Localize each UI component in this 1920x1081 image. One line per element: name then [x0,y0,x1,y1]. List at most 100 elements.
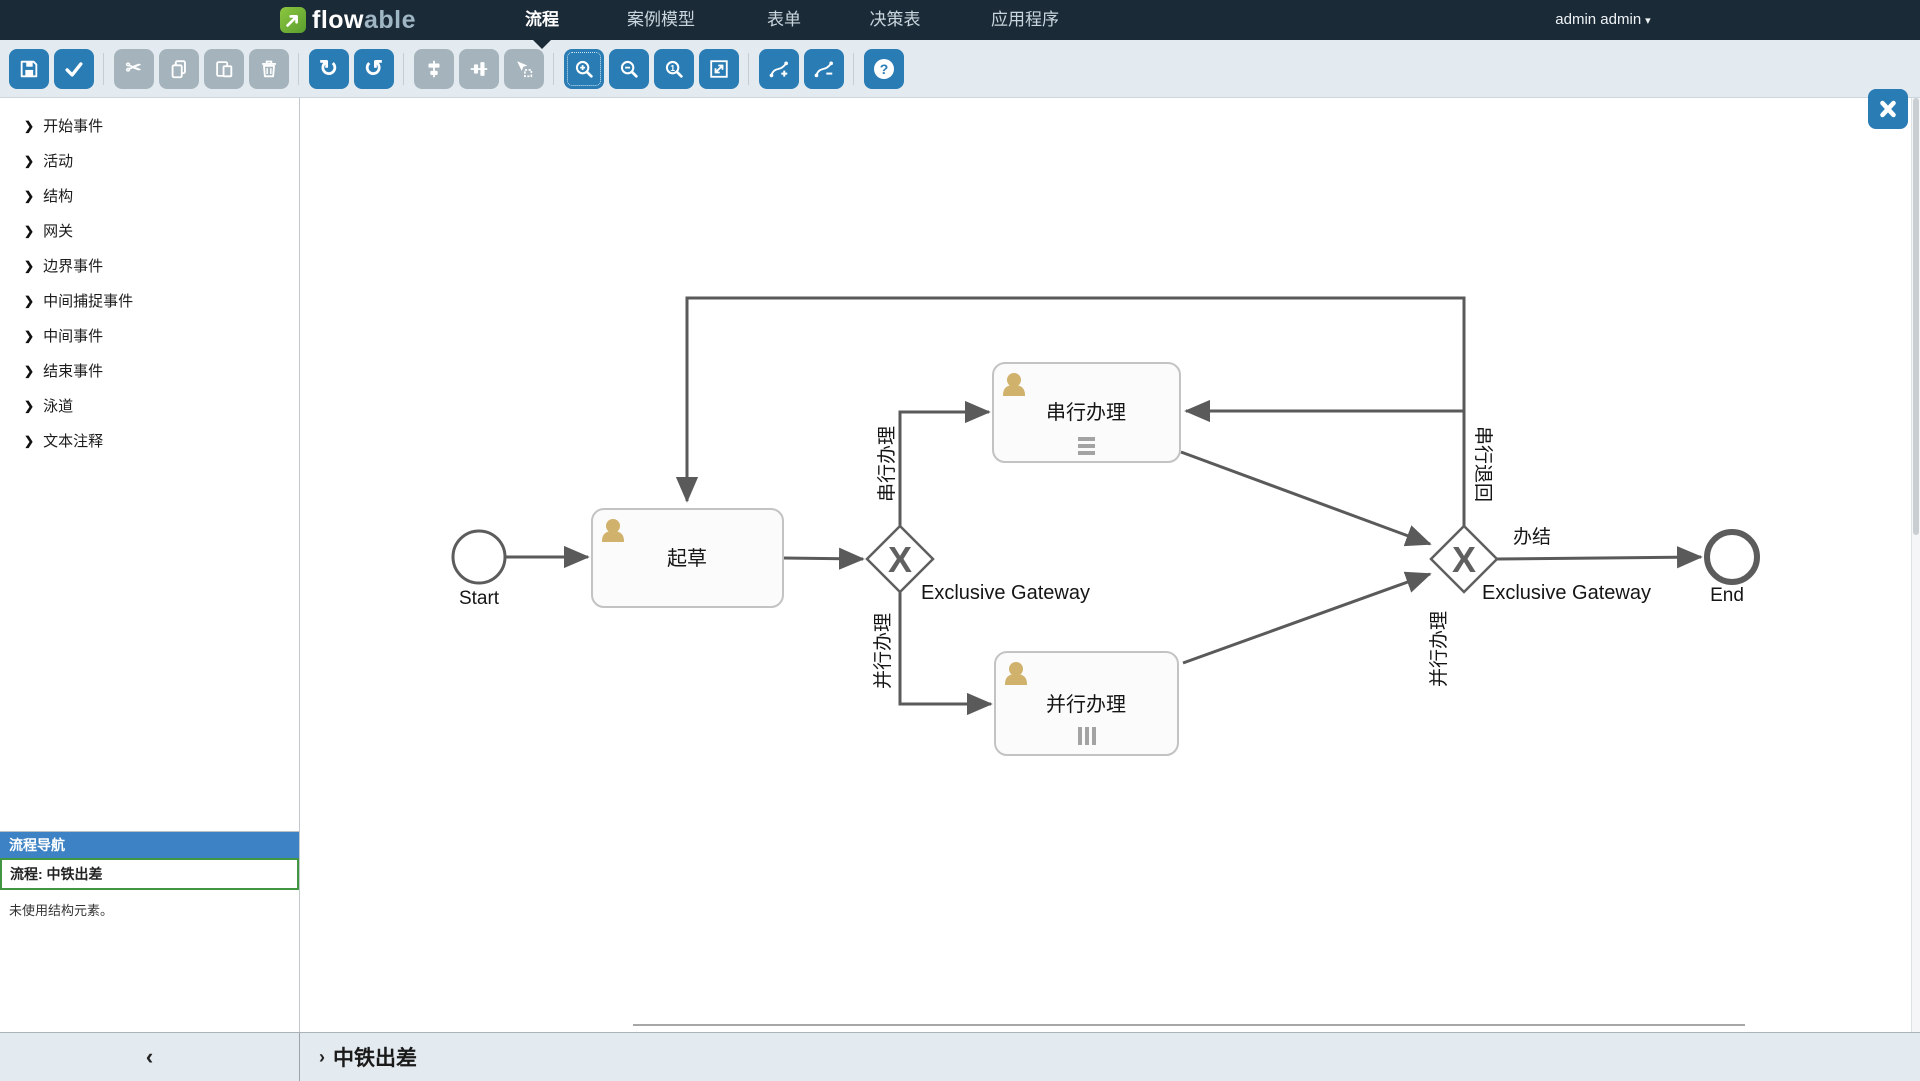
process-navigation-current[interactable]: 流程: 中铁出差 [0,858,299,890]
edge-label-serial-branch: 串行办理 [876,426,898,502]
editor-toolbar: ✂ ↻ ↺ [0,40,1920,98]
palette-group-gateways[interactable]: ❯ 网关 [0,213,299,248]
flow-gateway1-to-serial[interactable] [900,412,989,526]
user-task-parallel[interactable]: 并行办理 [995,652,1178,755]
undo-button[interactable]: ↺ [354,49,394,89]
palette-group-intermediate-catching-events[interactable]: ❯ 中间捕捉事件 [0,283,299,318]
tab-forms[interactable]: 表单 [767,0,801,40]
edge-label-parallel-branch: 并行办理 [872,613,894,689]
close-editor-button[interactable] [1868,89,1908,129]
cut-button[interactable]: ✂ [114,49,154,89]
palette-group-end-events[interactable]: ❯ 结束事件 [0,353,299,388]
palette-group-structure[interactable]: ❯ 结构 [0,178,299,213]
flow-serial-to-gateway2[interactable] [1181,452,1430,544]
copy-button[interactable] [159,49,199,89]
same-size-button[interactable] [504,49,544,89]
toolbar-separator [748,53,749,85]
palette-group-label: 活动 [43,150,73,171]
user-task-serial[interactable]: 串行办理 [993,363,1180,462]
delete-button[interactable] [249,49,289,89]
flowable-logo-icon [280,7,306,33]
chevron-right-icon: ❯ [24,399,34,413]
shape-palette-sidebar: ❯ 开始事件 ❯ 活动 ❯ 结构 ❯ 网关 ❯ 边界事件 ❯ 中间捕捉事件 ❯ … [0,98,300,1032]
tab-process[interactable]: 流程 [525,0,559,40]
palette-group-intermediate-events[interactable]: ❯ 中间事件 [0,318,299,353]
user-name: admin admin [1555,11,1641,28]
start-event[interactable] [453,531,505,583]
tab-decision-tables[interactable]: 决策表 [870,0,921,40]
chevron-right-icon: ❯ [24,329,34,343]
zoom-out-button[interactable] [609,49,649,89]
chevron-right-icon: ❯ [24,154,34,168]
chevron-right-icon: ❯ [24,119,34,133]
palette-group-label: 中间捕捉事件 [43,290,133,311]
chevron-right-icon: ❯ [24,294,34,308]
palette-group-label: 结构 [43,185,73,206]
zoom-fit-button[interactable] [699,49,739,89]
toolbar-separator [403,53,404,85]
add-bendpoint-button[interactable] [759,49,799,89]
canvas-vertical-scrollbar[interactable] [1911,98,1920,1032]
zoom-actual-button[interactable]: 1 [654,49,694,89]
bottom-bar: ‹ › 中铁出差 [0,1032,1920,1081]
palette-group-start-events[interactable]: ❯ 开始事件 [0,108,299,143]
zoom-in-icon [573,58,595,80]
tab-case-models[interactable]: 案例模型 [627,0,695,40]
task-label: 并行办理 [1046,693,1126,716]
zoom-fit-icon [708,58,730,80]
expand-details-icon[interactable]: › [319,1047,325,1068]
svg-text:?: ? [879,60,888,76]
undo-icon: ↺ [364,57,383,80]
edge-label-finish: 办结 [1513,526,1551,548]
flow-gateway2-to-end[interactable] [1497,557,1701,559]
redo-icon: ↻ [319,57,338,80]
scrollbar-thumb[interactable] [1913,98,1919,535]
save-button[interactable] [9,49,49,89]
tab-apps[interactable]: 应用程序 [991,0,1059,40]
paste-button[interactable] [204,49,244,89]
start-event-label: Start [459,588,500,609]
align-vertical-button[interactable] [459,49,499,89]
chevron-right-icon: ❯ [24,364,34,378]
palette-group-activities[interactable]: ❯ 活动 [0,143,299,178]
sequence-flows[interactable] [506,298,1701,704]
flow-draft-to-gateway1[interactable] [783,558,863,559]
chevron-right-icon: ❯ [24,189,34,203]
zoom-in-button[interactable] [564,49,604,89]
remove-bendpoint-button[interactable] [804,49,844,89]
gateway2-label: Exclusive Gateway [1482,582,1651,604]
floppy-icon [26,61,32,66]
palette-group-swimlanes[interactable]: ❯ 泳道 [0,388,299,423]
sidebar-collapse-area[interactable]: ‹ [0,1033,300,1081]
flow-parallel-to-gateway2[interactable] [1183,574,1430,663]
close-icon [1877,98,1899,120]
user-task-draft[interactable]: 起草 [592,509,783,607]
sequential-multi-instance-icon [1078,437,1095,455]
palette-group-text-annotation[interactable]: ❯ 文本注释 [0,423,299,458]
logo-text-flow: flow [312,6,364,34]
align-horizontal-button[interactable] [414,49,454,89]
user-caret-icon: ▾ [1645,15,1651,27]
redo-button[interactable]: ↻ [309,49,349,89]
task-label: 串行办理 [1046,401,1126,424]
user-menu[interactable]: admin admin ▾ [1555,0,1650,40]
toolbar-separator [553,53,554,85]
toolbar-separator [853,53,854,85]
collapse-sidebar-icon[interactable]: ‹ [146,1046,153,1068]
help-button[interactable]: ? [864,49,904,89]
trash-icon [258,58,280,80]
copy-icon [168,58,190,80]
zoom-out-icon [618,58,640,80]
flowable-logo: flowable [280,0,416,40]
paste-icon [213,58,235,80]
add-bendpoint-icon [768,58,790,80]
align-vertical-icon [468,58,490,80]
flow-gateway1-to-parallel[interactable] [900,592,991,704]
palette-group-boundary-events[interactable]: ❯ 边界事件 [0,248,299,283]
validate-button[interactable] [54,49,94,89]
gateway-x-marker: X [1452,539,1476,580]
end-event[interactable] [1707,532,1757,582]
zoom-actual-icon: 1 [663,58,685,80]
same-size-icon [513,58,535,80]
edge-label-parallel-back: 并行办理 [1428,611,1450,687]
